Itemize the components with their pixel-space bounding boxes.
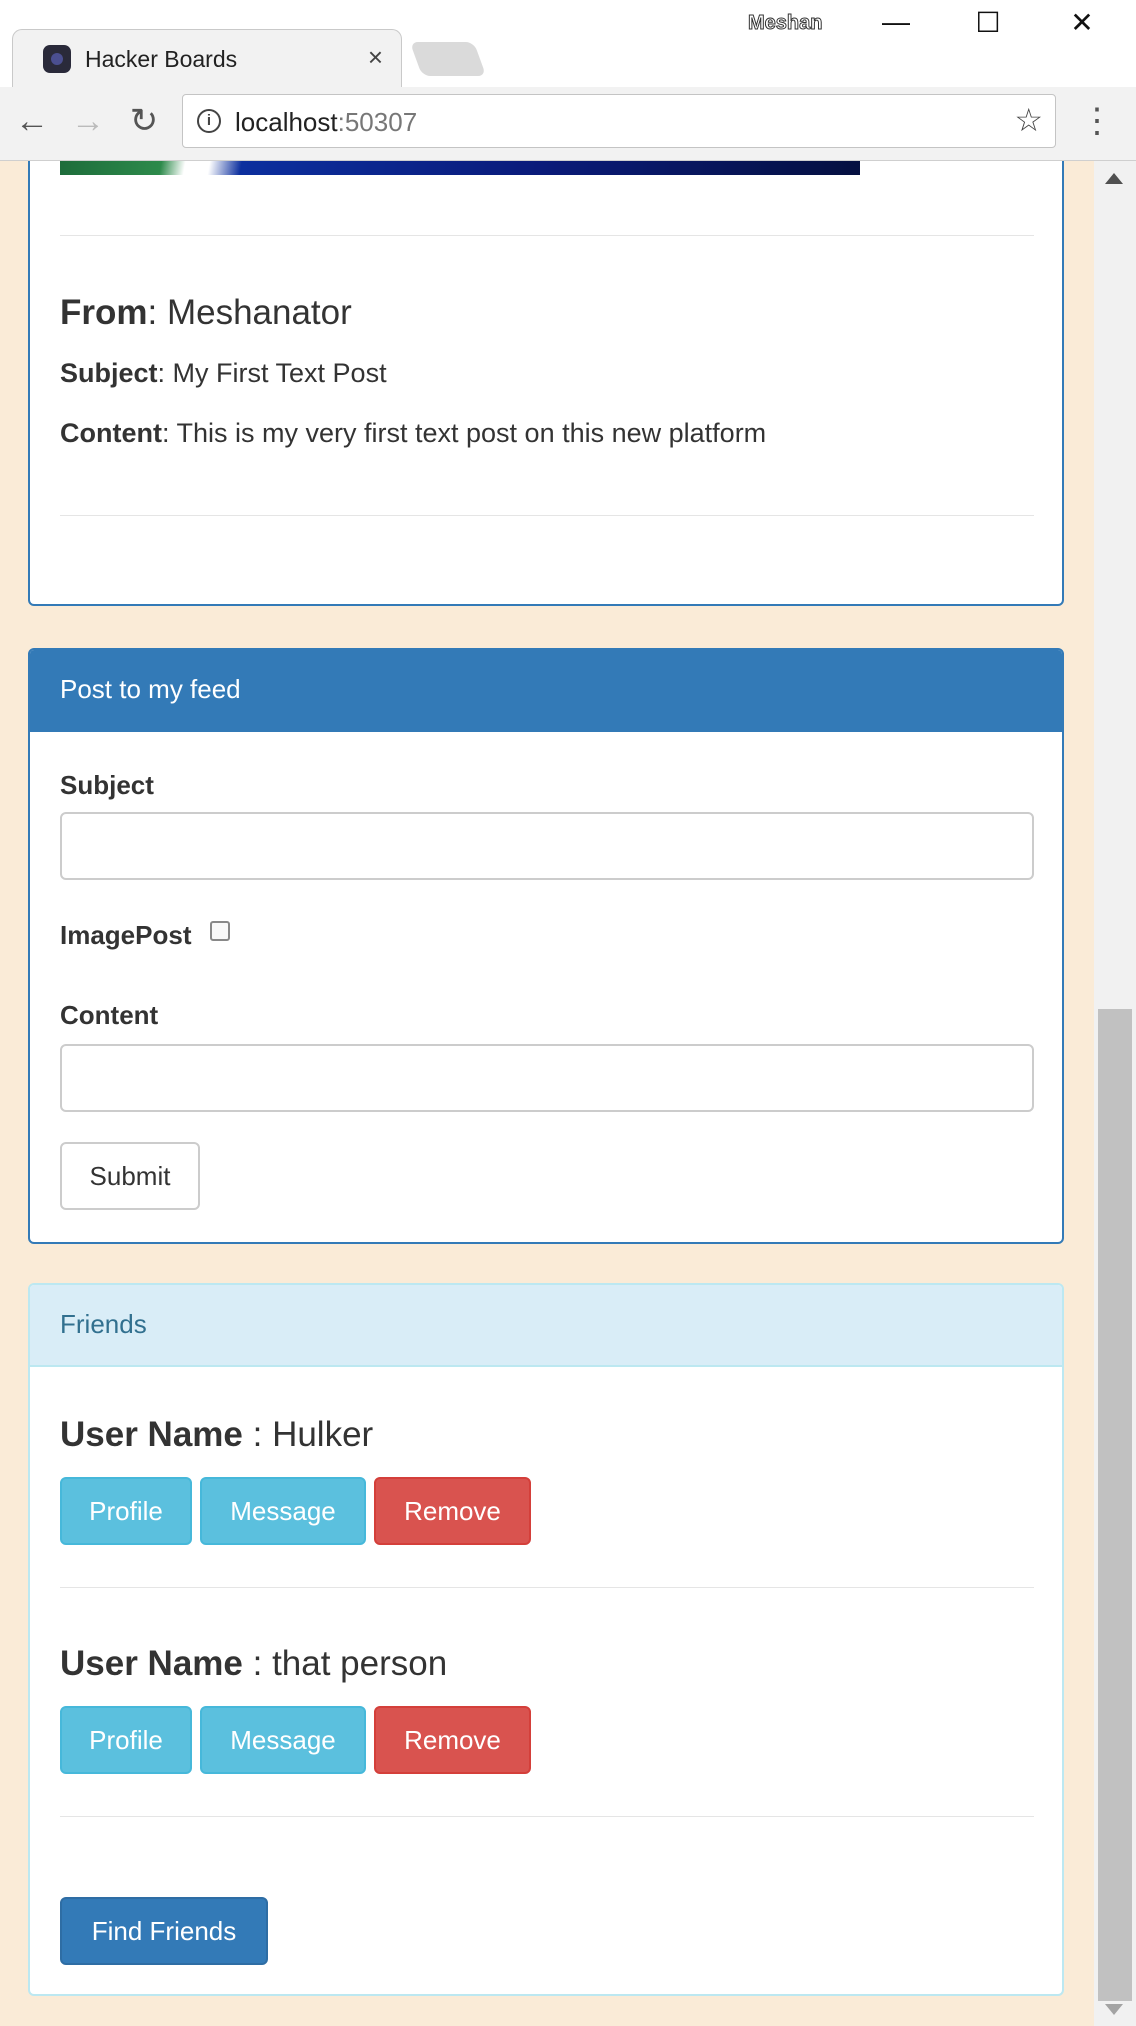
post-form-panel: Post to my feed Subject ImagePost Conten…	[28, 648, 1064, 1244]
friends-heading: Friends	[30, 1285, 1062, 1367]
post-image	[60, 161, 860, 175]
message-button[interactable]: Message	[200, 1477, 366, 1545]
imagepost-checkbox[interactable]	[210, 921, 230, 941]
subject-input[interactable]	[60, 812, 1034, 880]
feed-post-panel: From: Meshanator Subject: My First Text …	[28, 161, 1064, 606]
message-button[interactable]: Message	[200, 1706, 366, 1774]
forward-icon[interactable]: →	[68, 101, 108, 141]
maximize-icon[interactable]: ☐	[958, 6, 1018, 42]
scroll-up-arrow-icon[interactable]	[1105, 173, 1123, 184]
close-tab-icon[interactable]: ×	[368, 42, 383, 73]
new-tab-button[interactable]	[409, 42, 487, 76]
reload-icon[interactable]: ↻	[124, 101, 164, 141]
browser-profile-name[interactable]: Meshan	[747, 12, 822, 35]
browser-menu-icon[interactable]: ⋮	[1080, 101, 1114, 141]
remove-button[interactable]: Remove	[374, 1477, 531, 1545]
post-subject: Subject: My First Text Post	[60, 358, 387, 389]
content-field-label: Content	[60, 1000, 159, 1030]
content-input[interactable]	[60, 1044, 1034, 1112]
minimize-icon[interactable]: —	[866, 6, 926, 42]
from-label: From	[60, 293, 148, 332]
content-value: : This is my very first text post on thi…	[161, 418, 767, 448]
profile-button[interactable]: Profile	[60, 1477, 192, 1545]
imagepost-label: ImagePost	[60, 920, 192, 950]
remove-button[interactable]: Remove	[374, 1706, 531, 1774]
url-text[interactable]: localhost:50307	[235, 107, 417, 138]
friends-panel: Friends User Name : Hulker Profile Messa…	[28, 1283, 1064, 1996]
divider	[60, 515, 1034, 516]
address-bar[interactable]: i localhost:50307 ☆	[182, 94, 1056, 148]
divider	[60, 1816, 1034, 1817]
post-form-heading: Post to my feed	[30, 650, 1062, 732]
site-favicon-icon	[43, 45, 71, 73]
friend-user-name: User Name : Hulker	[60, 1415, 373, 1455]
page-scrollbar[interactable]	[1094, 161, 1136, 2026]
browser-tab[interactable]: Hacker Boards ×	[12, 29, 402, 87]
url-port: :50307	[337, 107, 418, 137]
from-value: : Meshanator	[147, 293, 352, 332]
browser-title-bar: Hacker Boards × Meshan — ☐ ✕	[0, 0, 1136, 87]
scroll-down-arrow-icon[interactable]	[1105, 2004, 1123, 2015]
divider	[60, 1587, 1034, 1588]
subject-value: : My First Text Post	[157, 358, 387, 388]
divider	[60, 235, 1034, 236]
friend-user-name: User Name : that person	[60, 1644, 447, 1684]
back-icon[interactable]: ←	[12, 101, 52, 141]
user-name-value: : Hulker	[242, 1415, 374, 1454]
submit-button[interactable]: Submit	[60, 1142, 200, 1210]
profile-button[interactable]: Profile	[60, 1706, 192, 1774]
tab-title: Hacker Boards	[85, 46, 238, 72]
bookmark-star-icon[interactable]: ☆	[1014, 101, 1043, 139]
url-host: localhost	[235, 107, 338, 137]
page-viewport: From: Meshanator Subject: My First Text …	[0, 161, 1094, 2026]
subject-field-label: Subject	[60, 770, 154, 800]
content-label: Content	[60, 418, 162, 448]
find-friends-button[interactable]: Find Friends	[60, 1897, 268, 1965]
site-info-icon[interactable]: i	[197, 109, 221, 133]
subject-label: Subject	[60, 358, 158, 388]
user-name-label: User Name	[60, 1644, 243, 1683]
post-content: Content: This is my very first text post…	[60, 418, 766, 449]
user-name-value: : that person	[242, 1644, 448, 1683]
post-from: From: Meshanator	[60, 293, 352, 333]
close-window-icon[interactable]: ✕	[1052, 6, 1112, 42]
browser-toolbar: ← → ↻ i localhost:50307 ☆ ⋮	[0, 87, 1136, 161]
user-name-label: User Name	[60, 1415, 243, 1454]
scrollbar-thumb[interactable]	[1098, 1009, 1132, 2001]
